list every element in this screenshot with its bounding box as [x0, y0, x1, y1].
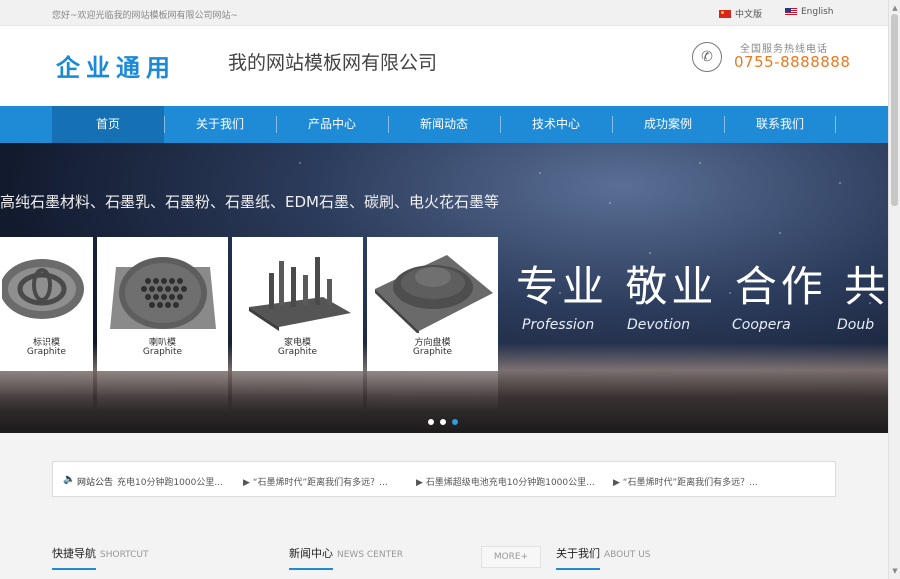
news-more-button[interactable]: MORE+: [481, 546, 541, 568]
section-underline: [52, 568, 96, 570]
nav-item-news[interactable]: 新闻动态: [388, 106, 500, 143]
product-cards: 标识模 Graphite 喇叭模 Graphite 家电模 Graphite 方…: [0, 237, 498, 371]
announcement-item[interactable]: ▶ “石墨烯时代”距离我们有多远？...: [613, 475, 758, 488]
product-card[interactable]: 方向盘模 Graphite: [367, 237, 498, 371]
announcement-bar: 🔈 网站公告 充电10分钟跑1000公里... ▶ “石墨烯时代”距离我们有多远…: [52, 461, 836, 497]
nav-item-contact[interactable]: 联系我们: [724, 106, 836, 143]
news-section-title: 新闻中心 NEWS CENTER: [289, 545, 403, 561]
lang-cn-label: 中文版: [735, 10, 763, 20]
section-title-cn: 关于我们: [556, 547, 600, 560]
section-title-cn: 新闻中心: [289, 547, 333, 560]
lang-en-label: English: [801, 7, 834, 17]
scroll-down-arrow-icon[interactable]: ▼: [891, 567, 899, 575]
section-underline: [556, 568, 600, 570]
nav-item-tech[interactable]: 技术中心: [500, 106, 612, 143]
lang-en-link[interactable]: English: [785, 7, 834, 17]
product-name-en: Graphite: [277, 347, 318, 357]
phone-icon: ✆: [692, 42, 722, 72]
section-title-en: ABOUT US: [604, 550, 651, 560]
hero-banner[interactable]: 高纯石墨材料、石墨乳、石墨粉、石墨纸、EDM石墨、碳刷、电火花石墨等 标识模 G…: [0, 143, 888, 433]
slogan-en-word: Doub: [837, 317, 875, 333]
welcome-text: 您好~欢迎光临我的网站模板网有限公司网站~: [52, 11, 239, 21]
slider-dot[interactable]: [428, 419, 434, 425]
product-card[interactable]: 标识模 Graphite: [0, 237, 93, 371]
slider-dot-active[interactable]: [452, 419, 458, 425]
scroll-thumb[interactable]: [891, 14, 898, 206]
section-underline: [289, 568, 333, 570]
content-sections: 快捷导航 SHORTCUT 新闻中心 NEWS CENTER MORE+ 关于我们 A…: [0, 518, 888, 579]
site-logo[interactable]: 企业通用: [56, 48, 176, 83]
nav-item-cases[interactable]: 成功案例: [612, 106, 724, 143]
speaker-icon: 🔈: [63, 474, 76, 485]
company-name: 我的网站模板网有限公司: [228, 52, 438, 74]
shortcut-section-title: 快捷导航 SHORTCUT: [52, 545, 149, 561]
section-title-en: SHORTCUT: [100, 550, 149, 560]
slider-dots: [428, 419, 458, 425]
banner-tagline: 高纯石墨材料、石墨乳、石墨粉、石墨纸、EDM石墨、碳刷、电火花石墨等: [0, 193, 499, 211]
nav-item-products[interactable]: 产品中心: [276, 106, 388, 143]
lang-cn-link[interactable]: 中文版: [719, 7, 762, 20]
about-section-title: 关于我们 ABOUT US: [556, 545, 651, 561]
announcement-item[interactable]: 充电10分钟跑1000公里...: [117, 475, 223, 488]
nav-list: 首页 关于我们 产品中心 新闻动态 技术中心 成功案例 联系我们: [52, 106, 836, 143]
product-card[interactable]: 喇叭模 Graphite: [97, 237, 228, 371]
logo-mold-image: [1, 259, 84, 319]
announcement-item[interactable]: ▶ 石墨烯超级电池充电10分钟跑1000公里...: [416, 475, 595, 488]
hotline-number: 0755-8888888: [734, 53, 851, 71]
section-title-cn: 快捷导航: [52, 547, 96, 560]
banner-slogan: 专业 敬业 合作 共: [516, 262, 888, 311]
section-title-en: NEWS CENTER: [337, 550, 404, 560]
scroll-up-arrow-icon[interactable]: ▲: [891, 4, 899, 12]
slogan-en-word: Coopera: [732, 317, 791, 333]
nav-item-about[interactable]: 关于我们: [164, 106, 276, 143]
speaker-mold-image: [109, 257, 216, 329]
cards-reflection: [0, 371, 498, 411]
site-header: 企业通用 我的网站模板网有限公司 ✆ 全国服务热线电话 0755-8888888: [0, 26, 888, 106]
product-name-en: Graphite: [412, 347, 453, 357]
uk-flag-icon: [785, 8, 797, 16]
announcement-label: 网站公告: [77, 478, 114, 488]
nav-item-home[interactable]: 首页: [52, 106, 164, 143]
china-flag-icon: [719, 9, 731, 18]
page-scrollbar[interactable]: ▲ ▼: [888, 0, 900, 579]
appliance-mold-image: [248, 257, 351, 331]
announcement-item[interactable]: ▶ “石墨烯时代”距离我们有多远？...: [243, 475, 388, 488]
banner-slogan-en: Profession Devotion Coopera Doub: [522, 317, 888, 333]
main-nav: 首页 关于我们 产品中心 新闻动态 技术中心 成功案例 联系我们: [0, 106, 888, 143]
slogan-en-word: Profession: [522, 317, 595, 333]
slider-dot[interactable]: [440, 419, 446, 425]
steering-wheel-mold-image: [374, 255, 493, 333]
slogan-en-word: Devotion: [627, 317, 691, 333]
top-bar: 您好~欢迎光临我的网站模板网有限公司网站~ 中文版 English: [0, 0, 888, 26]
product-name-en: Graphite: [142, 347, 183, 357]
product-card[interactable]: 家电模 Graphite: [232, 237, 363, 371]
product-name-en: Graphite: [26, 347, 67, 357]
